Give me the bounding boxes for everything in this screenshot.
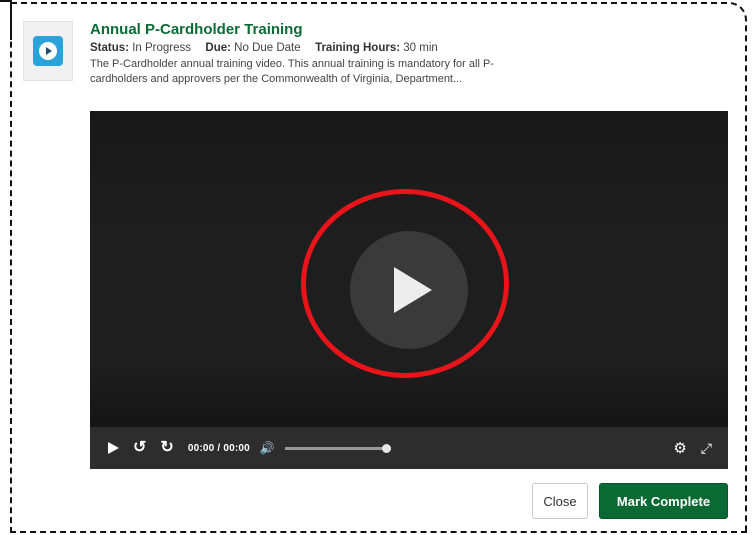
annotation-corner	[0, 0, 12, 40]
due-value: No Due Date	[234, 42, 301, 54]
training-modal: Annual P-Cardholder Training Status: In …	[17, 11, 739, 527]
hours-label: Training Hours:	[315, 42, 401, 54]
hours-value: 30 min	[403, 42, 438, 54]
status-label: Status:	[90, 42, 129, 54]
annotation-circle	[301, 189, 509, 378]
volume-icon[interactable]: 🔊	[260, 442, 275, 454]
training-meta: Status: In Progress Due: No Due Date Tra…	[90, 42, 438, 54]
play-icon[interactable]	[108, 442, 119, 454]
player-controls: ↺ ↻ 00:00 / 00:00 🔊 ⚙ ⤢	[90, 427, 728, 469]
fullscreen-icon[interactable]: ⤢	[701, 441, 712, 455]
video-player[interactable]: ↺ ↻ 00:00 / 00:00 🔊 ⚙ ⤢	[90, 111, 728, 469]
training-title[interactable]: Annual P-Cardholder Training	[90, 21, 303, 38]
due-label: Due:	[205, 42, 231, 54]
volume-slider-handle[interactable]	[381, 443, 391, 453]
status-value: In Progress	[132, 42, 191, 54]
close-button[interactable]: Close	[532, 483, 588, 519]
video-thumbnail	[23, 21, 73, 81]
time-display: 00:00 / 00:00	[187, 442, 250, 454]
training-description: The P-Cardholder annual training video. …	[90, 58, 494, 85]
gear-icon[interactable]: ⚙	[673, 441, 686, 456]
volume-slider[interactable]	[284, 443, 391, 453]
mark-complete-button[interactable]: Mark Complete	[599, 483, 728, 519]
rewind-icon[interactable]: ↺	[133, 440, 146, 456]
video-icon	[33, 36, 63, 66]
forward-icon[interactable]: ↻	[160, 440, 173, 456]
